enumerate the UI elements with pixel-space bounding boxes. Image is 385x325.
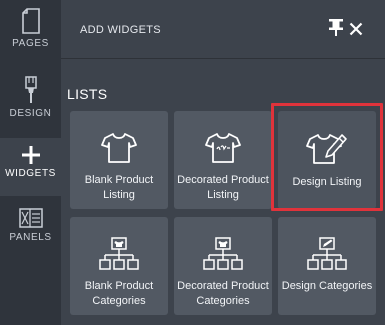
brush-icon [23, 76, 39, 104]
widget-label: Design Listing [292, 176, 362, 188]
widget-label: Decorated Product Categories [177, 280, 269, 307]
sidebar-item-panels[interactable]: PANELS [0, 208, 61, 260]
tshirt-icon [101, 129, 137, 167]
widget-decorated-product-listing[interactable]: Decorated Product Listing [174, 111, 272, 209]
widget-decorated-product-categories[interactable]: Decorated Product Categories [174, 217, 272, 315]
widget-label: Design Categories [281, 280, 373, 292]
widget-label: Decorated Product Listing [177, 174, 269, 201]
sidebar-item-design[interactable]: DESIGN [0, 76, 61, 132]
sidebar-item-pages[interactable]: PAGES [0, 8, 61, 68]
sidebar-item-label: PANELS [9, 232, 52, 243]
pin-icon[interactable] [329, 18, 343, 41]
widget-design-listing[interactable]: Design Listing [278, 111, 376, 209]
category-tree-art-icon [203, 235, 243, 273]
plus-icon [21, 146, 40, 164]
tshirt-pencil-icon [306, 129, 348, 167]
panels-icon [18, 208, 43, 228]
widget-label: Blank Product Listing [84, 174, 154, 201]
page-icon [21, 8, 40, 34]
sidebar-item-widgets[interactable]: WIDGETS [0, 138, 61, 196]
close-icon[interactable] [349, 22, 363, 41]
panel-title: ADD WIDGETS [80, 24, 161, 36]
sidebar: PAGES DESIGN WIDGETS PANELS [0, 0, 61, 325]
panel-header: ADD WIDGETS [61, 0, 385, 59]
category-tree-pencil-icon [307, 235, 347, 273]
widget-design-categories[interactable]: Design Categories [278, 217, 376, 315]
sidebar-item-label: DESIGN [9, 108, 52, 119]
widget-blank-product-listing[interactable]: Blank Product Listing [70, 111, 168, 209]
widget-label: Blank Product Categories [84, 280, 154, 307]
widget-blank-product-categories[interactable]: Blank Product Categories [70, 217, 168, 315]
section-title-lists: LISTS [67, 86, 108, 102]
tshirt-art-icon [205, 129, 241, 167]
sidebar-item-label: WIDGETS [5, 168, 56, 179]
category-tree-icon [99, 235, 139, 273]
add-widgets-panel: ADD WIDGETS LISTS Blank Product Listing … [61, 0, 385, 325]
sidebar-item-label: PAGES [12, 38, 49, 49]
